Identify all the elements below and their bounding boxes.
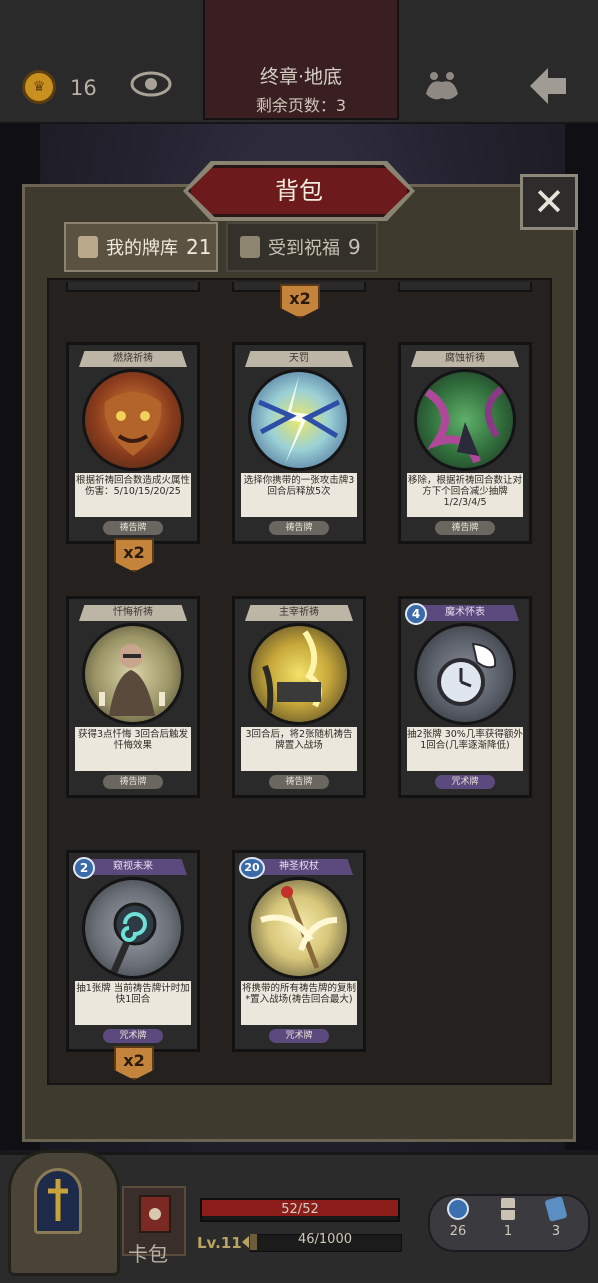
card-type-tag: 咒术牌: [103, 1029, 163, 1043]
chapter-plaque: 终章·地底 剩余页数：3: [203, 0, 399, 120]
card-type-tag: 祷告牌: [269, 521, 329, 535]
card-description: 根据祈祷回合数造成火属性伤害：5/10/15/20/25: [75, 473, 191, 517]
stat-potion[interactable]: 26: [438, 1198, 478, 1239]
card-description: 获得3点忏悔 3回合后触发忏悔效果: [75, 727, 191, 771]
coin-count: 16: [70, 76, 97, 100]
card-partial-top: [66, 282, 200, 292]
card-art-lightning: [248, 369, 350, 471]
gift-icon: [240, 236, 260, 258]
card-art-spiral-staff: [82, 877, 184, 979]
card-cost: 4: [405, 603, 427, 625]
tab-count: 21: [186, 235, 212, 259]
card-master-prayer[interactable]: 主宰祈祷 3回合后，将2张随机祷告牌置入战场 祷告牌: [232, 596, 366, 798]
eye-icon[interactable]: [130, 68, 172, 100]
card-stack-icon: [544, 1196, 568, 1222]
coin-icon: ♛: [22, 70, 56, 104]
card-type-tag: 祷告牌: [435, 521, 495, 535]
card-description: 将携带的所有祷告牌的复制*置入战场(祷告回合最大): [241, 981, 357, 1025]
card-art-beast: [82, 369, 184, 471]
card-type-tag: 祷告牌: [269, 775, 329, 789]
card-type-tag: 咒术牌: [269, 1029, 329, 1043]
card-art-altar: [248, 623, 350, 725]
xp-text: 46/1000: [297, 1232, 352, 1247]
stat-hourglass[interactable]: 1: [488, 1198, 528, 1239]
tab-blessings[interactable]: 受到祝福 9: [226, 222, 378, 272]
cards-icon: [78, 236, 98, 258]
card-name: 主宰祈祷: [279, 607, 319, 618]
card-art-monk: [82, 623, 184, 725]
card-name: 燃烧祈祷: [113, 353, 153, 364]
card-art-tentacles: [414, 369, 516, 471]
tab-count: 9: [348, 235, 361, 259]
tab-label: 受到祝福: [268, 238, 340, 259]
card-type-tag: 祷告牌: [103, 775, 163, 789]
card-holy-scepter[interactable]: 神圣权杖 20 将携带的所有祷告牌的复制*置入战场(祷告回合最大) 咒术牌: [232, 850, 366, 1052]
card-burning-prayer[interactable]: 燃烧祈祷 根据祈祷回合数造成火属性伤害：5/10/15/20/25 祷告牌: [66, 342, 200, 544]
stat-value: 3: [551, 1224, 561, 1239]
card-peek-future[interactable]: 窥视未来 2 抽1张牌 当前祷告牌计时加快1回合 咒术牌: [66, 850, 200, 1052]
panel-title: 背包: [275, 177, 323, 205]
card-type-tag: 咒术牌: [435, 775, 495, 789]
close-button[interactable]: ✕: [520, 174, 578, 230]
stat-value: 26: [449, 1224, 467, 1239]
card-name: 天罚: [289, 353, 309, 364]
card-name: 腐蚀祈祷: [445, 353, 485, 364]
card-description: 抽2张牌 30%几率获得额外1回合(几率逐渐降低): [407, 727, 523, 771]
card-cost: 2: [73, 857, 95, 879]
potion-icon: [447, 1198, 469, 1220]
stat-cards[interactable]: 3: [536, 1196, 576, 1239]
card-name: 忏悔祈祷: [113, 607, 153, 618]
card-magic-pocket-watch[interactable]: 魔术怀表 4 抽2张牌 30%几率获得额外1回合(几率逐渐降低) 咒术牌: [398, 596, 532, 798]
stat-value: 1: [503, 1224, 513, 1239]
card-description: 3回合后，将2张随机祷告牌置入战场: [241, 727, 357, 771]
close-icon: ✕: [533, 180, 565, 224]
card-repent-prayer[interactable]: 忏悔祈祷 获得3点忏悔 3回合后触发忏悔效果 祷告牌: [66, 596, 200, 798]
back-arrow-icon[interactable]: [526, 64, 570, 108]
pages-left: 剩余页数：3: [255, 96, 347, 115]
card-art-pocket-watch: [414, 623, 516, 725]
card-heavenly-punishment[interactable]: 天罚 选择你携带的一张攻击牌3回合后释放5次 祷告牌: [232, 342, 366, 544]
card-partial-top: [398, 282, 532, 292]
card-description: 选择你携带的一张攻击牌3回合后释放5次: [241, 473, 357, 517]
character-portrait: [34, 1168, 82, 1234]
card-type-tag: 祷告牌: [103, 521, 163, 535]
pet-icon[interactable]: [420, 64, 464, 108]
deck-label: 卡包: [128, 1242, 168, 1266]
level-text: Lv.11: [197, 1234, 242, 1252]
chapter-title: 终章·地底: [259, 66, 343, 88]
card-description: 移除，根据祈祷回合数让对方下个回合减少抽牌1/2/3/4/5: [407, 473, 523, 517]
tab-my-deck[interactable]: 我的牌库 21: [64, 222, 218, 272]
card-corrosion-prayer[interactable]: 腐蚀祈祷 移除，根据祈祷回合数让对方下个回合减少抽牌1/2/3/4/5 祷告牌: [398, 342, 532, 544]
hourglass-icon: [501, 1198, 515, 1220]
xp-arrow-icon: [242, 1236, 249, 1248]
tab-label: 我的牌库: [106, 238, 178, 259]
card-art-scepter: [248, 877, 350, 979]
card-description: 抽1张牌 当前祷告牌计时加快1回合: [75, 981, 191, 1025]
card-cost: 20: [239, 857, 265, 879]
hp-text: 52/52: [281, 1202, 319, 1217]
